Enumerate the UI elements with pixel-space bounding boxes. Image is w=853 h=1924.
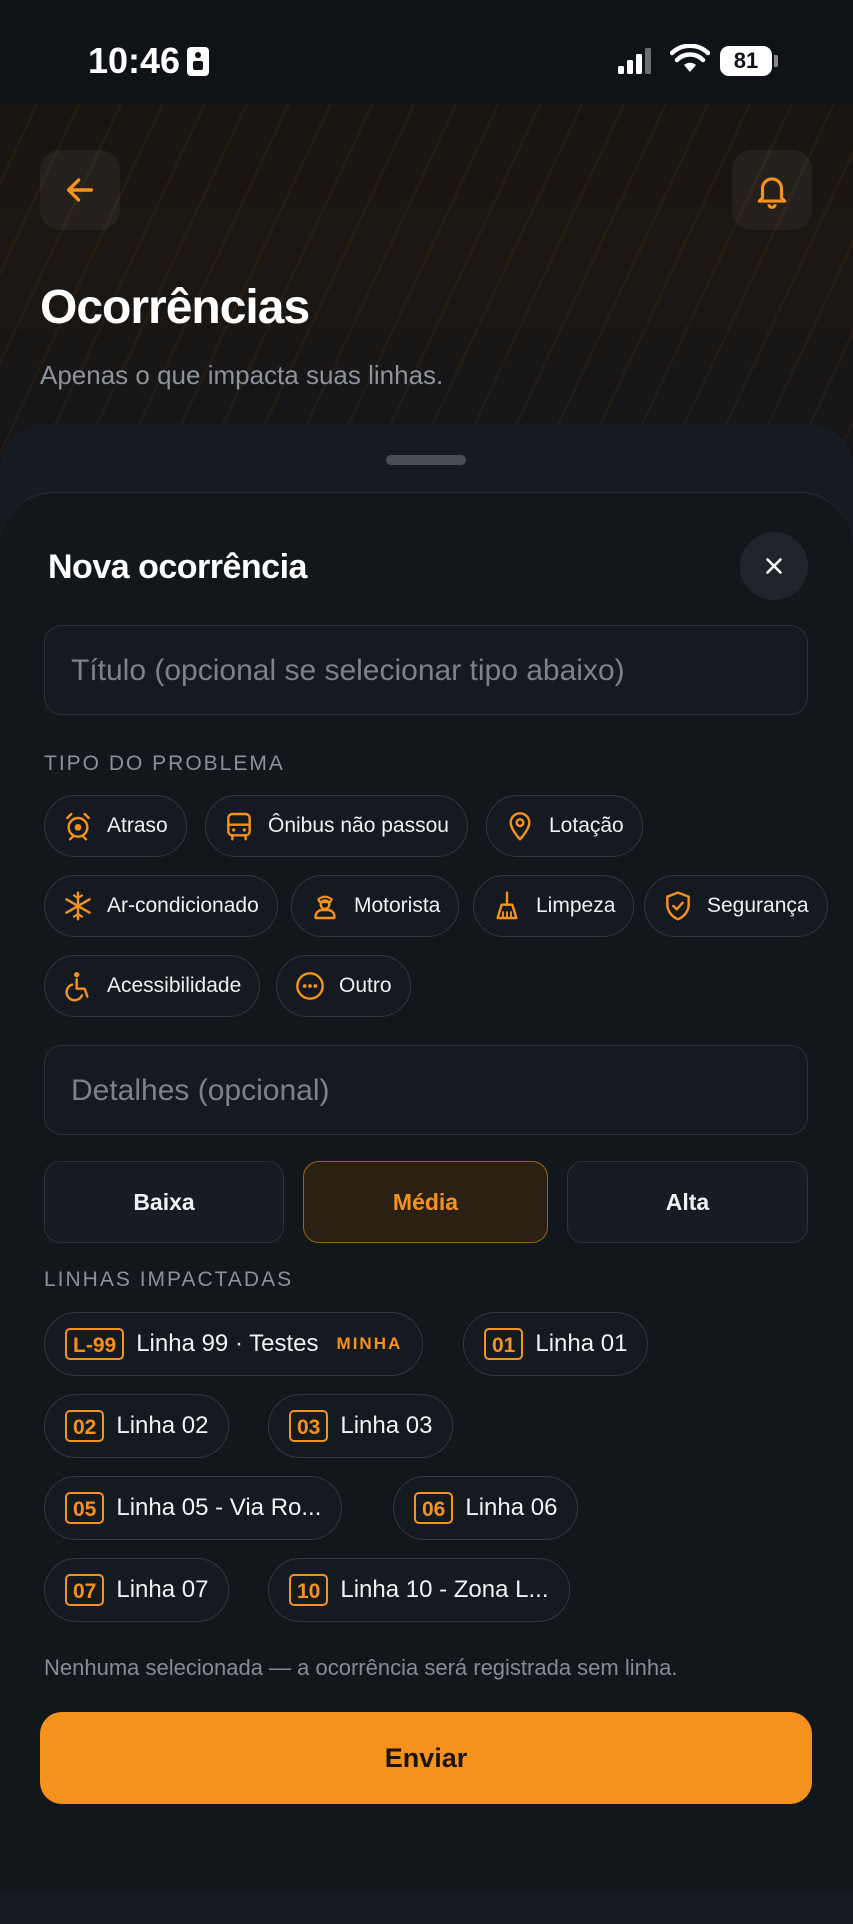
shield-icon [661, 889, 695, 923]
chip-label: Acessibilidade [107, 974, 242, 997]
line-code: 01 [484, 1328, 524, 1360]
back-button[interactable] [40, 150, 120, 230]
chip-label: Outro [339, 974, 392, 997]
line-code: 10 [289, 1574, 329, 1606]
line-chip-10[interactable]: 10 Linha 10 - Zona L... [268, 1558, 570, 1622]
location-pin-icon [503, 809, 537, 843]
chip-label: Lotação [549, 814, 624, 837]
mine-badge: MINHA [336, 1334, 403, 1353]
page-subtitle: Apenas o que impacta suas linhas. [40, 360, 444, 390]
line-chip-l99[interactable]: L-99 Linha 99 · Testes MINHA [44, 1312, 424, 1376]
chip-label: Motorista [354, 894, 441, 917]
line-name: Linha 07 [116, 1576, 209, 1603]
details-input[interactable] [69, 1046, 793, 1136]
severity-baixa-button[interactable]: Baixa [44, 1161, 284, 1243]
status-bar: 10:46 81 [0, 0, 853, 104]
line-chip-02[interactable]: 02 Linha 02 [44, 1394, 230, 1458]
snowflake-icon [61, 889, 95, 923]
chip-label: Atraso [107, 814, 168, 837]
line-code: 02 [65, 1410, 105, 1442]
line-name: Linha 99 · Testes [136, 1330, 319, 1357]
close-icon [766, 558, 782, 574]
alarm-clock-icon [61, 809, 95, 843]
line-name: Linha 03 [340, 1412, 433, 1439]
line-code: 06 [414, 1492, 454, 1524]
broom-icon [490, 889, 524, 923]
impacted-lines-label: LINHAS IMPACTADAS [44, 1268, 294, 1291]
wheelchair-icon [61, 969, 95, 1003]
chip-label: Limpeza [536, 894, 616, 917]
line-chip-07[interactable]: 07 Linha 07 [44, 1558, 230, 1622]
line-chip-01[interactable]: 01 Linha 01 [463, 1312, 649, 1376]
cellular-signal-icon [618, 48, 651, 74]
chip-ar-condicionado[interactable]: Ar-condicionado [44, 875, 278, 937]
chip-label: Ar-condicionado [107, 894, 259, 917]
severity-alta-button[interactable]: Alta [567, 1161, 808, 1243]
sheet-grabber[interactable] [386, 455, 466, 465]
bell-icon [757, 177, 787, 209]
chip-acessibilidade[interactable]: Acessibilidade [44, 955, 261, 1017]
chip-outro[interactable]: Outro [276, 955, 411, 1017]
chip-seguranca[interactable]: Segurança [644, 875, 828, 937]
sheet-title: Nova ocorrência [48, 548, 307, 586]
line-code: 05 [65, 1492, 105, 1524]
title-field[interactable] [44, 625, 808, 716]
problem-type-label: TIPO DO PROBLEMA [44, 752, 285, 775]
chip-label: Segurança [707, 894, 809, 917]
chip-lotacao[interactable]: Lotação [486, 795, 643, 857]
lines-note: Nenhuma selecionada — a ocorrência será … [44, 1655, 678, 1680]
bus-icon [222, 809, 256, 843]
line-name: Linha 05 - Via Ro... [116, 1494, 322, 1521]
line-chip-03[interactable]: 03 Linha 03 [268, 1394, 454, 1458]
battery-tip [774, 55, 778, 67]
chip-atraso[interactable]: Atraso [44, 795, 187, 857]
chip-label: Ônibus não passou [268, 814, 449, 837]
wifi-icon [670, 44, 710, 72]
close-button[interactable] [740, 532, 808, 600]
line-chip-05[interactable]: 05 Linha 05 - Via Ro... [44, 1476, 343, 1540]
chip-motorista[interactable]: Motorista [291, 875, 460, 937]
chip-onibus-nao-passou[interactable]: Ônibus não passou [205, 795, 468, 857]
arrow-left-icon [66, 178, 94, 202]
status-time: 10:46 [88, 40, 181, 81]
line-name: Linha 06 [465, 1494, 558, 1521]
page-title: Ocorrências [40, 281, 310, 334]
battery-indicator: 81 [720, 46, 772, 76]
line-code: L-99 [65, 1328, 125, 1360]
submit-button[interactable]: Enviar [40, 1712, 812, 1804]
driver-icon [308, 889, 342, 923]
line-code: 03 [289, 1410, 329, 1442]
severity-media-button[interactable]: Média [303, 1161, 548, 1243]
title-input[interactable] [69, 626, 793, 716]
chip-limpeza[interactable]: Limpeza [473, 875, 635, 937]
line-name: Linha 02 [116, 1412, 209, 1439]
line-name: Linha 10 - Zona L... [340, 1576, 549, 1603]
sim-card-icon [187, 47, 209, 76]
more-circle-icon [293, 969, 327, 1003]
notifications-button[interactable] [732, 150, 812, 230]
line-code: 07 [65, 1574, 105, 1606]
line-name: Linha 01 [535, 1330, 628, 1357]
details-field[interactable] [44, 1045, 808, 1136]
line-chip-06[interactable]: 06 Linha 06 [393, 1476, 579, 1540]
